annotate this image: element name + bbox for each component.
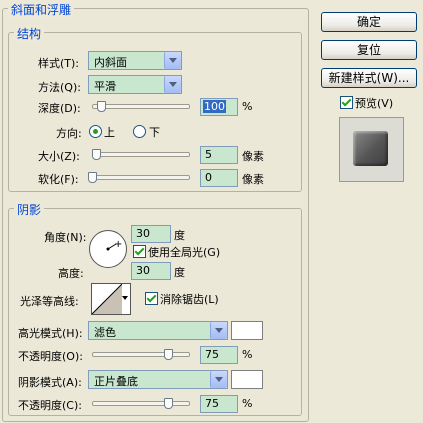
panel-title: 斜面和浮雕: [8, 1, 75, 18]
technique-select[interactable]: 平滑: [88, 75, 182, 94]
depth-slider-thumb[interactable]: [97, 101, 106, 112]
size-label: 大小(Z):: [38, 150, 80, 163]
chevron-down-icon[interactable]: [164, 76, 181, 93]
style-select[interactable]: 内斜面: [88, 51, 182, 70]
depth-input[interactable]: 100: [200, 98, 238, 116]
depth-value: 100: [203, 100, 226, 113]
highlight-opacity-value: 75: [205, 348, 219, 361]
technique-value: 平滑: [94, 80, 116, 93]
highlight-mode-label: 高光模式(H):: [18, 327, 83, 340]
gloss-contour-label: 光泽等高线:: [20, 295, 79, 308]
style-label: 样式(T):: [38, 57, 80, 70]
size-slider-track[interactable]: [92, 152, 190, 157]
contour-preview-icon: [92, 284, 122, 314]
soften-label: 软化(F):: [38, 173, 79, 186]
altitude-unit: 度: [174, 266, 185, 279]
shadow-opacity-label: 不透明度(C):: [18, 399, 82, 412]
style-preview-thumbnail: [339, 117, 404, 182]
direction-up-radio[interactable]: [89, 125, 102, 138]
shadow-opacity-unit: %: [242, 397, 253, 410]
shadow-opacity-thumb[interactable]: [164, 398, 173, 409]
shadow-mode-value: 正片叠底: [94, 375, 138, 388]
preview-checkbox[interactable]: [340, 96, 353, 109]
preview-bevel-shape: [353, 131, 388, 166]
size-input[interactable]: 5: [200, 146, 238, 164]
depth-unit: %: [242, 100, 253, 113]
shadow-mode-select[interactable]: 正片叠底: [88, 370, 228, 389]
antialias-label[interactable]: 消除锯齿(L): [160, 291, 219, 307]
depth-slider-track[interactable]: [92, 104, 190, 109]
highlight-color-swatch[interactable]: [231, 321, 263, 340]
reset-button[interactable]: 复位: [321, 40, 417, 60]
highlight-opacity-track[interactable]: [92, 352, 190, 357]
highlight-mode-select[interactable]: 滤色: [88, 321, 228, 340]
altitude-label: 高度:: [58, 267, 84, 280]
angle-value: 30: [136, 227, 150, 240]
shadow-opacity-value: 75: [205, 397, 219, 410]
svg-text:+: +: [114, 239, 122, 250]
highlight-opacity-label: 不透明度(O):: [18, 350, 83, 363]
chevron-down-icon[interactable]: [210, 322, 227, 339]
direction-down-radio[interactable]: [133, 125, 146, 138]
altitude-input[interactable]: 30: [131, 262, 171, 280]
global-light-checkbox[interactable]: [133, 245, 146, 258]
depth-label: 深度(D):: [38, 102, 81, 115]
structure-legend: 结构: [14, 25, 45, 42]
gloss-contour-picker[interactable]: [91, 283, 131, 315]
angle-unit: 度: [174, 229, 185, 242]
soften-slider-thumb[interactable]: [88, 172, 97, 183]
chevron-down-icon[interactable]: [164, 52, 181, 69]
highlight-opacity-unit: %: [242, 348, 253, 361]
chevron-down-icon[interactable]: [210, 371, 227, 388]
highlight-opacity-thumb[interactable]: [164, 349, 173, 360]
shading-legend: 阴影: [14, 201, 45, 218]
shadow-mode-label: 阴影模式(A):: [18, 376, 82, 389]
soften-input[interactable]: 0: [200, 169, 238, 187]
antialias-checkbox[interactable]: [145, 292, 158, 305]
direction-down-label[interactable]: 下: [149, 124, 160, 140]
chevron-down-icon[interactable]: [122, 296, 128, 300]
size-slider-thumb[interactable]: [92, 149, 101, 160]
ok-button[interactable]: 确定: [321, 12, 417, 32]
soften-unit: 像素: [242, 173, 264, 186]
technique-label: 方法(Q):: [38, 81, 81, 94]
size-value: 5: [205, 148, 212, 161]
preview-label[interactable]: 预览(V): [355, 95, 393, 111]
direction-label: 方向:: [56, 127, 82, 140]
global-light-label[interactable]: 使用全局光(G): [148, 244, 220, 260]
angle-label: 角度(N):: [44, 231, 87, 244]
angle-dial[interactable]: +: [89, 230, 127, 268]
angle-input[interactable]: 30: [131, 225, 171, 243]
style-value: 内斜面: [94, 56, 127, 69]
highlight-opacity-input[interactable]: 75: [200, 346, 238, 364]
size-unit: 像素: [242, 150, 264, 163]
shadow-opacity-input[interactable]: 75: [200, 395, 238, 413]
direction-up-label[interactable]: 上: [104, 124, 115, 140]
soften-slider-track[interactable]: [92, 175, 190, 180]
soften-value: 0: [205, 171, 212, 184]
altitude-value: 30: [136, 264, 150, 277]
angle-dial-icon: +: [106, 239, 122, 251]
new-style-button[interactable]: 新建样式(W)...: [321, 68, 417, 88]
shadow-color-swatch[interactable]: [231, 370, 263, 389]
shadow-opacity-track[interactable]: [92, 401, 190, 406]
highlight-mode-value: 滤色: [94, 326, 116, 339]
